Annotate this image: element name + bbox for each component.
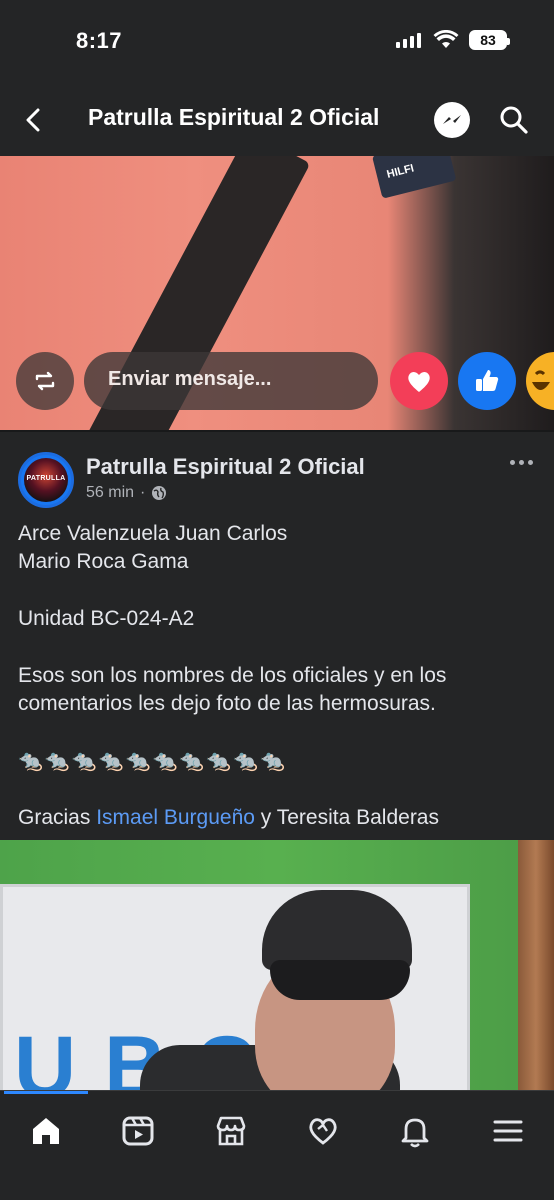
battery-icon: 83: [469, 30, 510, 50]
laughing-face-icon: [532, 370, 550, 390]
share-button[interactable]: [16, 352, 74, 410]
avatar-logo-text: PATRULLA: [26, 475, 66, 482]
rat-emoji-row: 🐀🐀🐀🐀🐀🐀🐀🐀🐀🐀: [18, 750, 288, 772]
messenger-icon: [443, 115, 461, 124]
messenger-button[interactable]: [434, 102, 470, 138]
cellular-signal-icon: [396, 32, 421, 48]
dating-icon[interactable]: [305, 1113, 341, 1149]
post-meta: 56 min ·: [86, 484, 167, 502]
post-author-name[interactable]: Patrulla Espiritual 2 Oficial: [86, 454, 365, 480]
home-icon[interactable]: [28, 1113, 64, 1149]
thanks-prefix: Gracias: [18, 806, 97, 829]
like-reaction-button[interactable]: [458, 352, 516, 410]
active-tab-indicator: [4, 1091, 88, 1094]
photo-person-glasses: [270, 960, 410, 1000]
bottom-tab-bar: [0, 1090, 554, 1200]
status-time: 8:17: [76, 28, 123, 53]
marketplace-icon[interactable]: [213, 1113, 249, 1149]
post-text: Arce Valenzuela Juan Carlos Mario Roca G…: [18, 520, 544, 832]
video-icon[interactable]: [120, 1113, 156, 1149]
notifications-icon[interactable]: [397, 1113, 433, 1149]
post-line-name-1: Arce Valenzuela Juan Carlos: [18, 522, 288, 545]
heart-icon: [408, 372, 430, 392]
photo-wood-frame: [518, 840, 554, 1090]
send-message-placeholder: Enviar mensaje...: [108, 368, 272, 390]
send-message-input[interactable]: Enviar mensaje...: [84, 352, 378, 410]
battery-level: 83: [480, 32, 496, 48]
post-line-thanks: Gracias Ismael Burgueño y Teresita Balde…: [18, 804, 544, 832]
page-title: Patrulla Espiritual 2 Oficial: [88, 104, 380, 130]
status-bar: 8:17 83: [0, 0, 554, 84]
post-line-name-2: Mario Roca Gama: [18, 550, 189, 573]
post-timestamp[interactable]: 56 min: [86, 484, 134, 502]
thumbs-up-icon: [476, 370, 499, 391]
mention-link[interactable]: Ismael Burgueño: [96, 806, 255, 829]
globe-icon: [152, 486, 167, 500]
video-frame-logo: HILFI: [372, 156, 457, 199]
feed-post: PATRULLA Patrulla Espiritual 2 Oficial 5…: [0, 430, 554, 840]
haha-reaction-button[interactable]: [526, 352, 554, 410]
more-options-button[interactable]: [510, 460, 533, 465]
page-avatar[interactable]: PATRULLA: [18, 452, 74, 508]
wifi-icon: [433, 30, 459, 48]
video-player[interactable]: HILFI Enviar mensaje...: [0, 156, 554, 430]
nav-bar: Patrulla Espiritual 2 Oficial: [0, 84, 554, 156]
post-photo[interactable]: UBCH: [0, 840, 554, 1090]
post-line-unit: Unidad BC-024-A2: [18, 607, 195, 630]
search-button[interactable]: [498, 104, 530, 136]
back-button[interactable]: [18, 104, 50, 136]
menu-icon[interactable]: [490, 1113, 526, 1149]
meta-separator: ·: [140, 484, 146, 501]
thanks-suffix: y Teresita Balderas: [254, 806, 439, 829]
post-line-description: Esos son los nombres de los oficiales y …: [18, 664, 447, 715]
repost-icon: [35, 371, 55, 391]
love-reaction-button[interactable]: [390, 352, 448, 410]
